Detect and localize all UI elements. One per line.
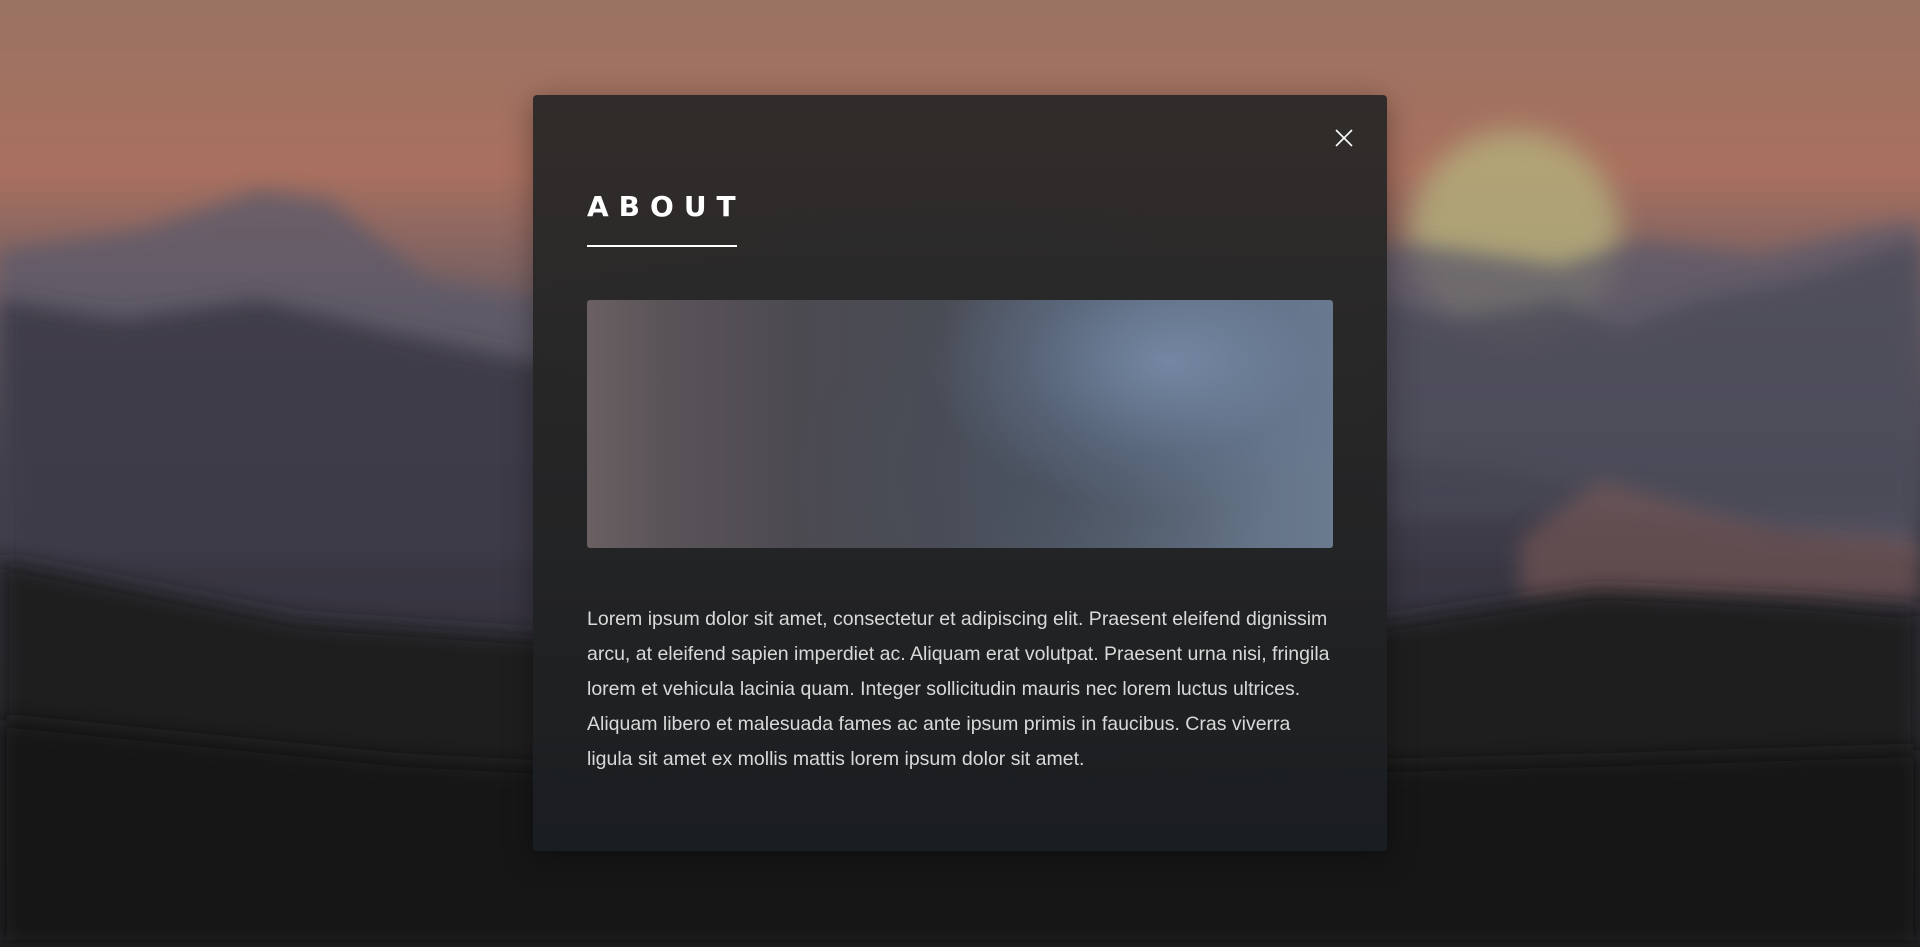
modal-title: ABOUT — [587, 190, 746, 223]
close-button[interactable] — [1331, 125, 1357, 151]
page-background: ABOUT Lorem ipsum dolor sit amet, consec… — [0, 0, 1920, 947]
about-body-text: Lorem ipsum dolor sit amet, consectetur … — [587, 608, 1330, 770]
about-modal: ABOUT Lorem ipsum dolor sit amet, consec… — [533, 95, 1387, 851]
title-underline — [587, 245, 737, 247]
close-icon — [1335, 129, 1353, 147]
about-image — [587, 300, 1333, 548]
